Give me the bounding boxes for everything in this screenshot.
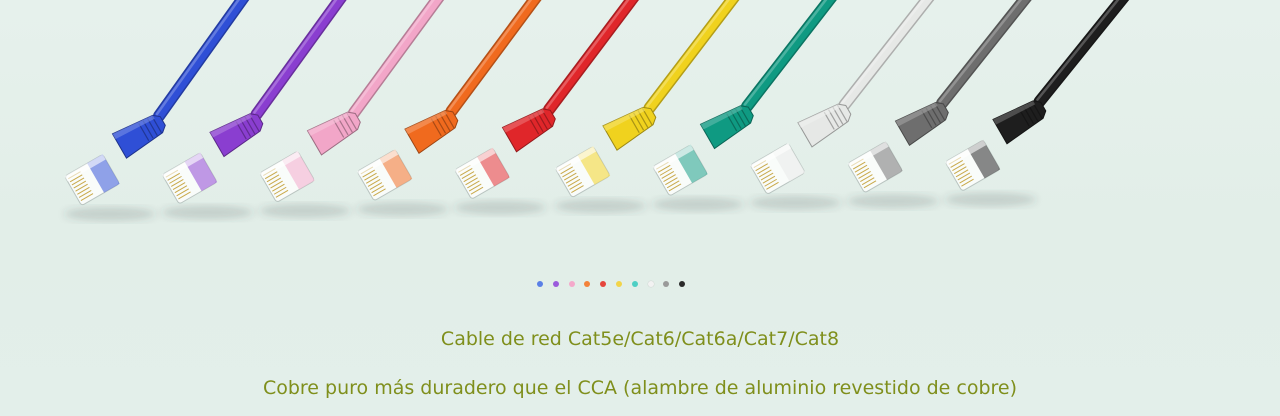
product-banner: Cable de red Cat5e/Cat6/Cat6a/Cat7/Cat8 …	[0, 0, 1280, 416]
cable-blue	[64, 0, 250, 221]
cable-gray	[847, 0, 1032, 209]
cable-pink	[259, 0, 445, 218]
color-dot	[679, 281, 686, 287]
cable-teal	[652, 0, 837, 212]
color-dot	[537, 281, 543, 287]
banner-subtitle: Cobre puro más duradero que el CCA (alam…	[262, 377, 1018, 399]
color-dot	[552, 281, 559, 287]
cable-white	[749, 0, 935, 210]
color-dot	[647, 281, 654, 287]
color-dot	[631, 281, 638, 287]
color-dot	[600, 281, 607, 287]
color-dot	[568, 281, 575, 287]
cable-orange	[356, 0, 542, 217]
cable-purple	[161, 0, 347, 220]
cables-illustration	[64, 0, 1130, 221]
color-dot	[584, 281, 591, 287]
color-dot-indicators	[537, 281, 686, 289]
cable-black	[944, 0, 1130, 207]
color-dot	[663, 281, 670, 287]
cable-red	[454, 0, 639, 215]
color-dot	[615, 281, 622, 287]
cable-yellow	[554, 0, 740, 213]
banner-title: Cable de red Cat5e/Cat6/Cat6a/Cat7/Cat8	[440, 328, 840, 350]
